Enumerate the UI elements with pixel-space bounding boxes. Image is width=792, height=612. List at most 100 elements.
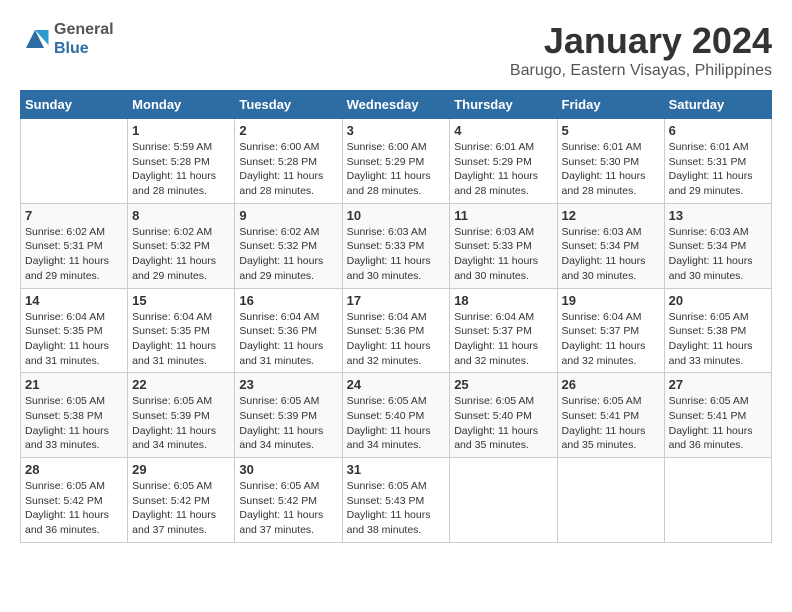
day-number: 8 [132,208,230,223]
calendar-cell: 30Sunrise: 6:05 AMSunset: 5:42 PMDayligh… [235,458,342,543]
day-number: 6 [669,123,767,138]
day-info: Sunrise: 6:03 AMSunset: 5:33 PMDaylight:… [454,225,552,284]
day-info: Sunrise: 6:00 AMSunset: 5:28 PMDaylight:… [239,140,337,199]
calendar-title: January 2024 [510,20,772,62]
header-friday: Friday [557,91,664,119]
calendar-cell: 22 Sunrise: 6:05 AMSunset: 5:39 PMDayligh… [128,373,235,458]
calendar-cell: 8 Sunrise: 6:02 AMSunset: 5:32 PMDaylight… [128,203,235,288]
day-number: 14 [25,293,123,308]
day-info: Sunrise: 6:05 AMSunset: 5:41 PMDaylight:… [669,394,767,453]
day-number: 11 [454,208,552,223]
header-thursday: Thursday [450,91,557,119]
day-number: 19 [562,293,660,308]
day-number: 28 [25,462,123,477]
day-number: 25 [454,377,552,392]
week-row-4: 21 Sunrise: 6:05 AMSunset: 5:38 PMDayligh… [21,373,772,458]
calendar-cell: 13 Sunrise: 6:03 AMSunset: 5:34 PMDayligh… [664,203,771,288]
day-info: Sunrise: 6:05 AMSunset: 5:42 PMDaylight:… [25,479,123,538]
calendar-cell: 18 Sunrise: 6:04 AMSunset: 5:37 PMDayligh… [450,288,557,373]
day-info: Sunrise: 6:03 AMSunset: 5:34 PMDaylight:… [669,225,767,284]
week-row-2: 7 Sunrise: 6:02 AMSunset: 5:31 PMDaylight… [21,203,772,288]
calendar-table: SundayMondayTuesdayWednesdayThursdayFrid… [20,90,772,543]
calendar-cell [664,458,771,543]
day-info: Sunrise: 6:01 AMSunset: 5:29 PMDaylight:… [454,140,552,199]
calendar-cell: 1Sunrise: 5:59 AMSunset: 5:28 PMDaylight… [128,119,235,204]
week-row-1: 1Sunrise: 5:59 AMSunset: 5:28 PMDaylight… [21,119,772,204]
day-info: Sunrise: 6:04 AMSunset: 5:35 PMDaylight:… [132,310,230,369]
day-info: Sunrise: 6:04 AMSunset: 5:37 PMDaylight:… [454,310,552,369]
day-number: 12 [562,208,660,223]
day-number: 18 [454,293,552,308]
page-header: General Blue January 2024 Barugo, Easter… [20,20,772,80]
day-info: Sunrise: 6:01 AMSunset: 5:31 PMDaylight:… [669,140,767,199]
calendar-cell [557,458,664,543]
week-row-3: 14 Sunrise: 6:04 AMSunset: 5:35 PMDayligh… [21,288,772,373]
calendar-cell: 25 Sunrise: 6:05 AMSunset: 5:40 PMDayligh… [450,373,557,458]
day-number: 10 [347,208,446,223]
day-info: Sunrise: 6:04 AMSunset: 5:36 PMDaylight:… [239,310,337,369]
day-number: 21 [25,377,123,392]
day-info: Sunrise: 6:02 AMSunset: 5:32 PMDaylight:… [239,225,337,284]
logo-blue: Blue [54,39,114,58]
day-info: Sunrise: 6:05 AMSunset: 5:38 PMDaylight:… [25,394,123,453]
day-info: Sunrise: 6:00 AMSunset: 5:29 PMDaylight:… [347,140,446,199]
calendar-cell: 20Sunrise: 6:05 AMSunset: 5:38 PMDayligh… [664,288,771,373]
calendar-cell: 6 Sunrise: 6:01 AMSunset: 5:31 PMDaylight… [664,119,771,204]
calendar-cell: 11 Sunrise: 6:03 AMSunset: 5:33 PMDayligh… [450,203,557,288]
day-info: Sunrise: 6:05 AMSunset: 5:43 PMDaylight:… [347,479,446,538]
calendar-cell: 2 Sunrise: 6:00 AMSunset: 5:28 PMDaylight… [235,119,342,204]
day-number: 7 [25,208,123,223]
day-number: 17 [347,293,446,308]
day-number: 24 [347,377,446,392]
calendar-cell: 17 Sunrise: 6:04 AMSunset: 5:36 PMDayligh… [342,288,450,373]
calendar-cell: 10 Sunrise: 6:03 AMSunset: 5:33 PMDayligh… [342,203,450,288]
day-info: Sunrise: 6:04 AMSunset: 5:36 PMDaylight:… [347,310,446,369]
day-number: 4 [454,123,552,138]
day-number: 16 [239,293,337,308]
calendar-cell: 5Sunrise: 6:01 AMSunset: 5:30 PMDaylight… [557,119,664,204]
day-number: 29 [132,462,230,477]
day-number: 22 [132,377,230,392]
day-info: Sunrise: 6:02 AMSunset: 5:32 PMDaylight:… [132,225,230,284]
day-number: 15 [132,293,230,308]
day-number: 2 [239,123,337,138]
calendar-cell: 9Sunrise: 6:02 AMSunset: 5:32 PMDaylight… [235,203,342,288]
calendar-cell: 15 Sunrise: 6:04 AMSunset: 5:35 PMDayligh… [128,288,235,373]
calendar-cell: 29 Sunrise: 6:05 AMSunset: 5:42 PMDayligh… [128,458,235,543]
calendar-cell [450,458,557,543]
day-info: Sunrise: 6:05 AMSunset: 5:41 PMDaylight:… [562,394,660,453]
calendar-cell: 31 Sunrise: 6:05 AMSunset: 5:43 PMDayligh… [342,458,450,543]
calendar-header-row: SundayMondayTuesdayWednesdayThursdayFrid… [21,91,772,119]
day-info: Sunrise: 6:04 AMSunset: 5:35 PMDaylight:… [25,310,123,369]
day-info: Sunrise: 6:05 AMSunset: 5:40 PMDaylight:… [347,394,446,453]
calendar-cell: 4 Sunrise: 6:01 AMSunset: 5:29 PMDaylight… [450,119,557,204]
day-number: 5 [562,123,660,138]
calendar-cell: 24 Sunrise: 6:05 AMSunset: 5:40 PMDayligh… [342,373,450,458]
logo-icon [20,24,50,54]
day-info: Sunrise: 6:02 AMSunset: 5:31 PMDaylight:… [25,225,123,284]
calendar-cell: 3Sunrise: 6:00 AMSunset: 5:29 PMDaylight… [342,119,450,204]
day-info: Sunrise: 6:05 AMSunset: 5:40 PMDaylight:… [454,394,552,453]
day-info: Sunrise: 6:05 AMSunset: 5:42 PMDaylight:… [132,479,230,538]
calendar-cell: 28 Sunrise: 6:05 AMSunset: 5:42 PMDayligh… [21,458,128,543]
day-info: Sunrise: 6:03 AMSunset: 5:33 PMDaylight:… [347,225,446,284]
logo: General Blue [20,20,114,58]
day-number: 31 [347,462,446,477]
day-info: Sunrise: 6:05 AMSunset: 5:38 PMDaylight:… [669,310,767,369]
header-tuesday: Tuesday [235,91,342,119]
day-info: Sunrise: 6:04 AMSunset: 5:37 PMDaylight:… [562,310,660,369]
day-info: Sunrise: 6:05 AMSunset: 5:39 PMDaylight:… [239,394,337,453]
calendar-cell: 19 Sunrise: 6:04 AMSunset: 5:37 PMDayligh… [557,288,664,373]
calendar-cell: 27Sunrise: 6:05 AMSunset: 5:41 PMDayligh… [664,373,771,458]
day-number: 23 [239,377,337,392]
calendar-cell: 16 Sunrise: 6:04 AMSunset: 5:36 PMDayligh… [235,288,342,373]
logo-general: General [54,20,114,39]
title-block: January 2024 Barugo, Eastern Visayas, Ph… [510,20,772,80]
day-info: Sunrise: 6:05 AMSunset: 5:42 PMDaylight:… [239,479,337,538]
calendar-cell [21,119,128,204]
day-info: Sunrise: 6:05 AMSunset: 5:39 PMDaylight:… [132,394,230,453]
day-number: 26 [562,377,660,392]
header-saturday: Saturday [664,91,771,119]
day-number: 13 [669,208,767,223]
calendar-cell: 14 Sunrise: 6:04 AMSunset: 5:35 PMDayligh… [21,288,128,373]
